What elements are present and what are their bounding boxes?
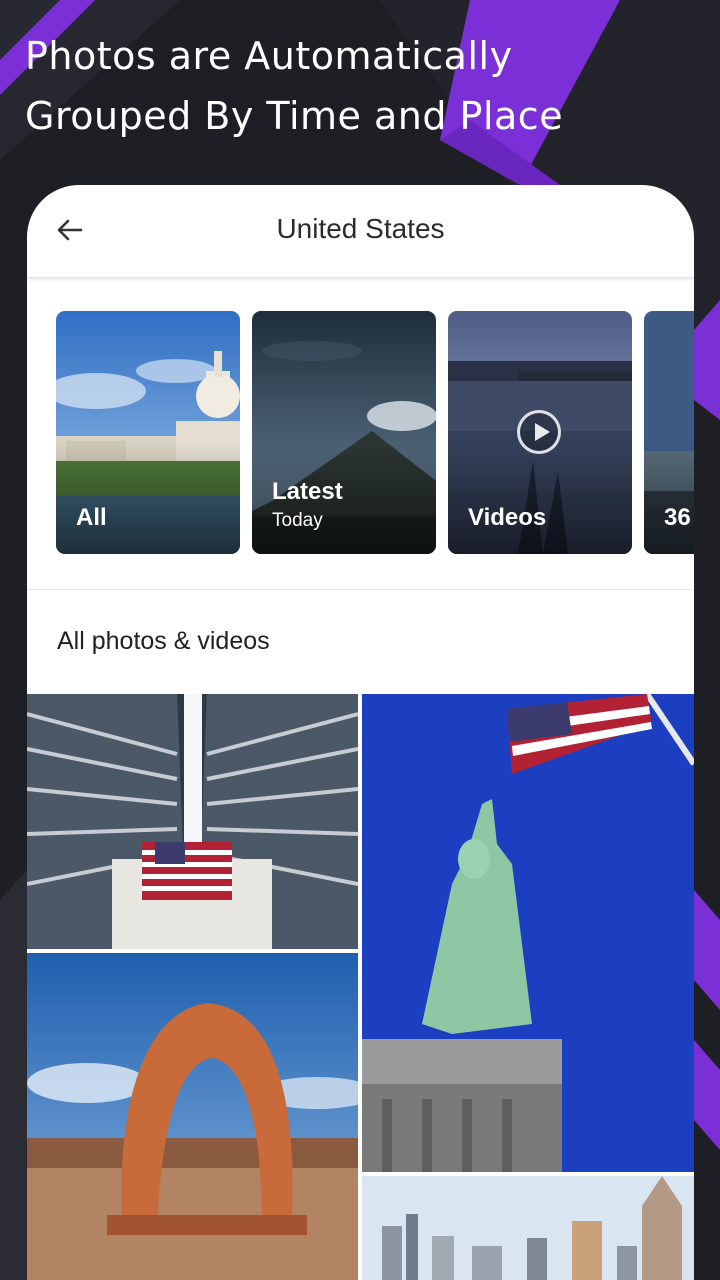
album-sublabel-latest: Today [272,510,323,531]
album-shade [644,444,694,554]
album-count[interactable]: 36 [644,311,694,554]
album-label-videos: Videos [468,504,547,531]
album-label-latest: Latest [272,478,343,505]
photo-liberty[interactable] [362,694,694,1172]
promo-headline: Photos are Automatically Grouped By Time… [25,26,685,146]
album-label-count: 36 [664,504,691,531]
album-all[interactable]: All [56,311,240,554]
photo-oculus[interactable] [27,694,358,949]
album-shade [56,444,240,554]
section-title: All photos & videos [57,627,270,655]
photo-skyline[interactable] [362,1176,694,1280]
album-label-all: All [76,504,107,531]
headline-line-1: Photos are Automatically [25,34,513,78]
album-latest[interactable]: Latest Today [252,311,436,554]
app-screen: United States All Latest Today Videos 36… [27,185,694,1280]
album-videos[interactable]: Videos [448,311,632,554]
section-divider [27,589,694,590]
photo-arch[interactable] [27,953,358,1280]
app-bar: United States [27,185,694,278]
album-carousel[interactable]: All Latest Today Videos 36 [56,311,694,556]
play-icon [517,410,561,454]
album-shade [448,444,632,554]
headline-line-2: Grouped By Time and Place [25,94,564,138]
photo-grid [27,694,694,1280]
page-title: United States [276,213,445,244]
